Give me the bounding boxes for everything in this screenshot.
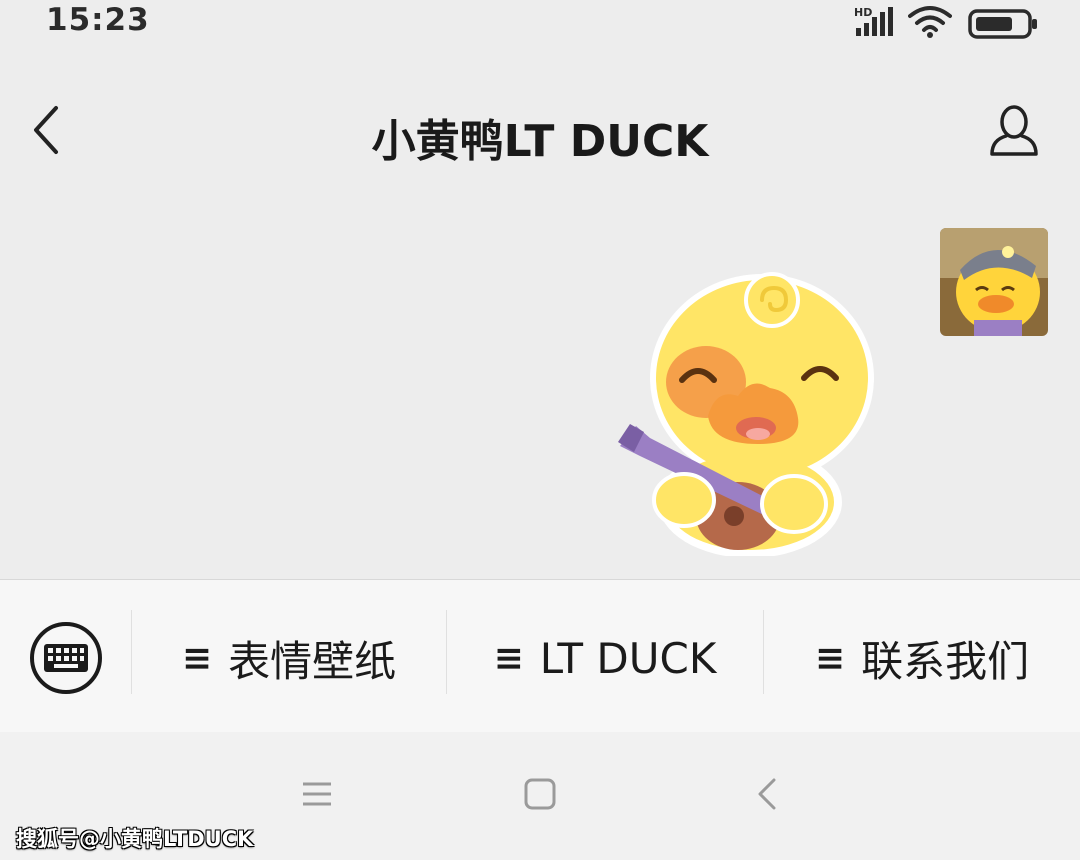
chat-header: 小黄鸭LT DUCK: [0, 70, 1080, 190]
menu-item-contact-us[interactable]: ≡ 联系我们: [764, 620, 1080, 696]
duck-avatar-image: [940, 228, 1048, 336]
keyboard-icon[interactable]: [28, 620, 104, 696]
battery-icon: [968, 9, 1037, 39]
back-icon[interactable]: [748, 774, 788, 814]
person-icon[interactable]: [984, 102, 1044, 162]
signal-icon: HD: [854, 6, 893, 36]
menu-icon[interactable]: [297, 774, 337, 814]
menu-item-emoji-wallpaper[interactable]: ≡ 表情壁纸: [132, 620, 446, 696]
duck-guitar-sticker[interactable]: [610, 266, 880, 558]
home-icon[interactable]: [520, 774, 560, 814]
status-time: 15:23: [46, 2, 150, 38]
custom-menu-bar: ≡ 表情壁纸 ≡ LT DUCK ≡ 联系我们: [0, 579, 1080, 733]
menu-item-label: LT DUCK: [539, 633, 717, 683]
network-label: HD: [854, 6, 872, 19]
wifi-icon: [908, 6, 952, 38]
menu-hamburger-icon: ≡: [181, 637, 213, 679]
battery-level: [976, 17, 1012, 31]
page-title: 小黄鸭LT DUCK: [371, 116, 709, 167]
duck-sticker-image: [618, 272, 874, 558]
chevron-left-icon[interactable]: [26, 100, 70, 160]
menu-item-lt-duck[interactable]: ≡ LT DUCK: [447, 620, 763, 696]
status-bar: 15:23 HD: [0, 0, 1080, 50]
menu-item-label: 表情壁纸: [228, 636, 397, 686]
menu-hamburger-icon: ≡: [493, 637, 524, 679]
watermark: 搜狐号@小黄鸭LTDUCK: [16, 827, 254, 851]
chat-area[interactable]: [0, 190, 1080, 580]
sender-avatar[interactable]: [940, 228, 1048, 336]
menu-item-label: 联系我们: [861, 636, 1030, 686]
menu-hamburger-icon: ≡: [814, 637, 846, 679]
